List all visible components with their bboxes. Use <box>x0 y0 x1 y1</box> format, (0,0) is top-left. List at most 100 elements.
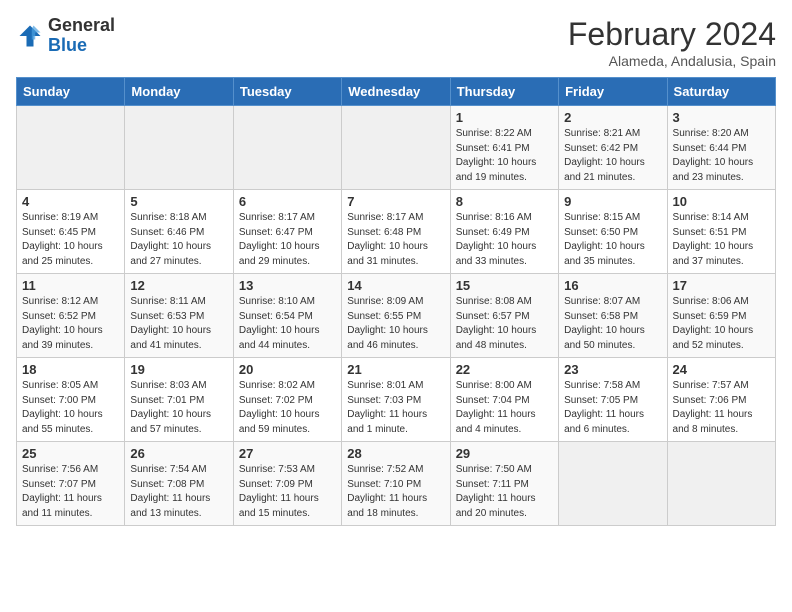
day-number: 12 <box>130 278 227 293</box>
day-info: Sunrise: 8:15 AMSunset: 6:50 PMDaylight:… <box>564 211 661 269</box>
day-number: 19 <box>130 362 227 377</box>
calendar-cell <box>233 106 341 190</box>
title-area: February 2024 Alameda, Andalusia, Spain <box>568 16 776 69</box>
day-info: Sunrise: 8:06 AMSunset: 6:59 PMDaylight:… <box>673 295 770 353</box>
day-info: Sunrise: 8:17 AMSunset: 6:48 PMDaylight:… <box>347 211 444 269</box>
logo-general-text: General <box>48 15 115 35</box>
calendar-cell <box>125 106 233 190</box>
day-info: Sunrise: 8:00 AMSunset: 7:04 PMDaylight:… <box>456 379 553 437</box>
day-info: Sunrise: 8:11 AMSunset: 6:53 PMDaylight:… <box>130 295 227 353</box>
day-number: 15 <box>456 278 553 293</box>
day-number: 17 <box>673 278 770 293</box>
calendar-cell: 15Sunrise: 8:08 AMSunset: 6:57 PMDayligh… <box>450 274 558 358</box>
calendar-cell: 7 Sunrise: 8:17 AMSunset: 6:48 PMDaylight… <box>342 190 450 274</box>
calendar-cell: 16Sunrise: 8:07 AMSunset: 6:58 PMDayligh… <box>559 274 667 358</box>
day-header-saturday: Saturday <box>667 78 775 106</box>
day-number: 7 <box>347 194 444 209</box>
day-info: Sunrise: 8:14 AMSunset: 6:51 PMDaylight:… <box>673 211 770 269</box>
day-info: Sunrise: 7:54 AMSunset: 7:08 PMDaylight:… <box>130 463 227 521</box>
week-row-5: 25Sunrise: 7:56 AMSunset: 7:07 PMDayligh… <box>17 442 776 526</box>
day-number: 29 <box>456 446 553 461</box>
day-header-wednesday: Wednesday <box>342 78 450 106</box>
day-info: Sunrise: 8:02 AMSunset: 7:02 PMDaylight:… <box>239 379 336 437</box>
day-number: 26 <box>130 446 227 461</box>
week-row-4: 18 Sunrise: 8:05 AMSunset: 7:00 PMDayligh… <box>17 358 776 442</box>
day-info: Sunrise: 7:53 AMSunset: 7:09 PMDaylight:… <box>239 463 336 521</box>
day-number: 1 <box>456 110 553 125</box>
day-number: 2 <box>564 110 661 125</box>
calendar-table: SundayMondayTuesdayWednesdayThursdayFrid… <box>16 77 776 526</box>
day-number: 24 <box>673 362 770 377</box>
calendar-cell: 1 Sunrise: 8:22 AMSunset: 6:41 PMDaylight… <box>450 106 558 190</box>
day-header-tuesday: Tuesday <box>233 78 341 106</box>
day-info: Sunrise: 8:01 AMSunset: 7:03 PMDaylight:… <box>347 379 444 437</box>
day-info: Sunrise: 8:20 AMSunset: 6:44 PMDaylight:… <box>673 127 770 185</box>
day-info: Sunrise: 8:21 AMSunset: 6:42 PMDaylight:… <box>564 127 661 185</box>
day-info: Sunrise: 7:50 AMSunset: 7:11 PMDaylight:… <box>456 463 553 521</box>
calendar-cell: 27 Sunrise: 7:53 AMSunset: 7:09 PMDayligh… <box>233 442 341 526</box>
day-header-thursday: Thursday <box>450 78 558 106</box>
day-number: 22 <box>456 362 553 377</box>
day-number: 5 <box>130 194 227 209</box>
day-info: Sunrise: 8:10 AMSunset: 6:54 PMDaylight:… <box>239 295 336 353</box>
day-number: 27 <box>239 446 336 461</box>
calendar-cell: 28 Sunrise: 7:52 AMSunset: 7:10 PMDayligh… <box>342 442 450 526</box>
calendar-cell: 10Sunrise: 8:14 AMSunset: 6:51 PMDayligh… <box>667 190 775 274</box>
day-info: Sunrise: 7:52 AMSunset: 7:10 PMDaylight:… <box>347 463 444 521</box>
day-info: Sunrise: 8:18 AMSunset: 6:46 PMDaylight:… <box>130 211 227 269</box>
calendar-cell: 6Sunrise: 8:17 AMSunset: 6:47 PMDaylight… <box>233 190 341 274</box>
day-info: Sunrise: 8:09 AMSunset: 6:55 PMDaylight:… <box>347 295 444 353</box>
calendar-cell: 26 Sunrise: 7:54 AMSunset: 7:08 PMDayligh… <box>125 442 233 526</box>
day-number: 14 <box>347 278 444 293</box>
day-info: Sunrise: 7:57 AMSunset: 7:06 PMDaylight:… <box>673 379 770 437</box>
logo-icon <box>16 22 44 50</box>
day-info: Sunrise: 8:03 AMSunset: 7:01 PMDaylight:… <box>130 379 227 437</box>
logo: General Blue <box>16 16 115 56</box>
location-subtitle: Alameda, Andalusia, Spain <box>568 53 776 69</box>
days-header-row: SundayMondayTuesdayWednesdayThursdayFrid… <box>17 78 776 106</box>
day-number: 4 <box>22 194 119 209</box>
day-header-monday: Monday <box>125 78 233 106</box>
day-header-friday: Friday <box>559 78 667 106</box>
calendar-cell: 9 Sunrise: 8:15 AMSunset: 6:50 PMDaylight… <box>559 190 667 274</box>
calendar-cell: 19 Sunrise: 8:03 AMSunset: 7:01 PMDayligh… <box>125 358 233 442</box>
calendar-cell: 29 Sunrise: 7:50 AMSunset: 7:11 PMDayligh… <box>450 442 558 526</box>
day-number: 11 <box>22 278 119 293</box>
header: General Blue February 2024 Alameda, Anda… <box>16 16 776 69</box>
calendar-cell: 22 Sunrise: 8:00 AMSunset: 7:04 PMDayligh… <box>450 358 558 442</box>
calendar-cell: 11 Sunrise: 8:12 AMSunset: 6:52 PMDayligh… <box>17 274 125 358</box>
calendar-cell: 24 Sunrise: 7:57 AMSunset: 7:06 PMDayligh… <box>667 358 775 442</box>
calendar-cell: 14 Sunrise: 8:09 AMSunset: 6:55 PMDayligh… <box>342 274 450 358</box>
week-row-3: 11 Sunrise: 8:12 AMSunset: 6:52 PMDayligh… <box>17 274 776 358</box>
calendar-cell: 8Sunrise: 8:16 AMSunset: 6:49 PMDaylight… <box>450 190 558 274</box>
calendar-cell <box>342 106 450 190</box>
day-number: 28 <box>347 446 444 461</box>
day-number: 23 <box>564 362 661 377</box>
day-number: 18 <box>22 362 119 377</box>
calendar-cell: 2 Sunrise: 8:21 AMSunset: 6:42 PMDaylight… <box>559 106 667 190</box>
day-number: 8 <box>456 194 553 209</box>
week-row-1: 1 Sunrise: 8:22 AMSunset: 6:41 PMDaylight… <box>17 106 776 190</box>
day-number: 9 <box>564 194 661 209</box>
day-info: Sunrise: 8:22 AMSunset: 6:41 PMDaylight:… <box>456 127 553 185</box>
month-title: February 2024 <box>568 16 776 53</box>
calendar-cell: 5 Sunrise: 8:18 AMSunset: 6:46 PMDaylight… <box>125 190 233 274</box>
day-info: Sunrise: 8:05 AMSunset: 7:00 PMDaylight:… <box>22 379 119 437</box>
calendar-cell <box>17 106 125 190</box>
calendar-cell: 13 Sunrise: 8:10 AMSunset: 6:54 PMDayligh… <box>233 274 341 358</box>
day-info: Sunrise: 8:17 AMSunset: 6:47 PMDaylight:… <box>239 211 336 269</box>
calendar-cell: 20 Sunrise: 8:02 AMSunset: 7:02 PMDayligh… <box>233 358 341 442</box>
day-number: 25 <box>22 446 119 461</box>
calendar-cell: 21Sunrise: 8:01 AMSunset: 7:03 PMDayligh… <box>342 358 450 442</box>
calendar-cell: 23Sunrise: 7:58 AMSunset: 7:05 PMDayligh… <box>559 358 667 442</box>
calendar-cell <box>559 442 667 526</box>
calendar-cell: 12 Sunrise: 8:11 AMSunset: 6:53 PMDayligh… <box>125 274 233 358</box>
calendar-cell: 3Sunrise: 8:20 AMSunset: 6:44 PMDaylight… <box>667 106 775 190</box>
calendar-cell: 18 Sunrise: 8:05 AMSunset: 7:00 PMDayligh… <box>17 358 125 442</box>
calendar-cell <box>667 442 775 526</box>
calendar-cell: 25Sunrise: 7:56 AMSunset: 7:07 PMDayligh… <box>17 442 125 526</box>
day-info: Sunrise: 8:12 AMSunset: 6:52 PMDaylight:… <box>22 295 119 353</box>
day-number: 13 <box>239 278 336 293</box>
week-row-2: 4Sunrise: 8:19 AMSunset: 6:45 PMDaylight… <box>17 190 776 274</box>
day-number: 20 <box>239 362 336 377</box>
